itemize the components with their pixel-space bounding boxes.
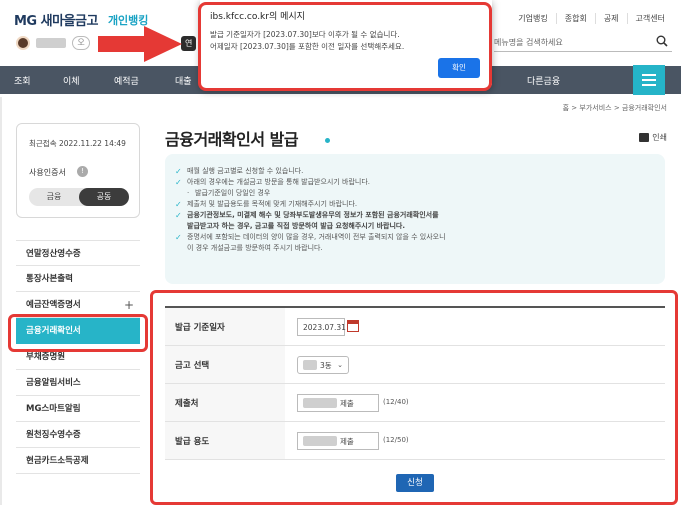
- sidebar-item-passbook-copy[interactable]: 통장사본출력: [16, 266, 140, 292]
- highlight-form-box: [150, 290, 678, 505]
- title-dot: [325, 138, 330, 143]
- user-name-blurred: [36, 38, 66, 48]
- top-links: 기업뱅킹 종합회 공제 고객센터: [510, 13, 673, 24]
- top-link-insurance[interactable]: 공제: [594, 13, 627, 24]
- page-title: 금융거래확인서 발급: [165, 130, 299, 149]
- toggle-financial-cert[interactable]: 금융: [29, 188, 79, 206]
- nav-item-deposits[interactable]: 예적금: [114, 74, 139, 87]
- nav-item-inquiry[interactable]: 조회: [14, 74, 31, 87]
- highlight-menu-box: [8, 314, 148, 352]
- top-link-general[interactable]: 종합회: [555, 13, 595, 24]
- breadcrumb: 홈 > 부가서비스 > 금융거래확인서: [562, 104, 667, 112]
- cert-label: 사용인증서: [29, 168, 66, 177]
- notice-line: 발급받고자 하는 경우, 금고를 직접 방문하여 발급 요청해주시기 바랍니다.: [187, 222, 406, 230]
- last-login-time: 최근접속 2022.11.22 14:49: [29, 139, 126, 148]
- user-pill[interactable]: 오: [72, 36, 90, 50]
- sidebar-item-cash-card-deduction[interactable]: 현금카드소득공제: [16, 448, 140, 474]
- sidebar-item-mg-smart-alert[interactable]: MG스마트알림: [16, 396, 140, 422]
- notice-line: 이 경우 개설금고를 방문하여 주시기 바랍니다.: [187, 244, 323, 252]
- notice-line: 아래의 경우에는 개설금고 방문을 통해 발급받으시기 바랍니다.: [175, 177, 655, 188]
- nav-item-transfer[interactable]: 이체: [63, 74, 80, 87]
- printer-icon: [639, 133, 650, 142]
- top-link-customer-center[interactable]: 고객센터: [626, 13, 673, 24]
- sidebar-item-notification-service[interactable]: 금융알림서비스: [16, 370, 140, 396]
- notice-line: 매월 실행 금고별로 신청할 수 있습니다.: [175, 166, 655, 177]
- notice-line: 금융기관정보도, 미결제 해수 및 당좌부도발생유무의 정보가 포함된 금융거래…: [175, 210, 655, 221]
- info-icon[interactable]: !: [77, 166, 88, 177]
- search-placeholder: 메뉴명을 검색하세요: [494, 38, 563, 47]
- login-card: 최근접속 2022.11.22 14:49 사용인증서 ! 금융 공동: [16, 123, 140, 218]
- search-icon[interactable]: [656, 35, 668, 47]
- notice-box: 매월 실행 금고별로 신청할 수 있습니다. 아래의 경우에는 개설금고 방문을…: [165, 154, 665, 284]
- sidebar-item-withholding-receipt[interactable]: 원천징수영수증: [16, 422, 140, 448]
- left-divider: [0, 97, 2, 505]
- notice-line: 증명서에 포함되는 데이터의 양이 많을 경우, 거래내역이 전부 출력되지 않…: [175, 232, 655, 243]
- logo[interactable]: MG 새마을금고: [14, 10, 98, 29]
- sidebar-item-tax-receipt[interactable]: 연말정산영수증: [16, 240, 140, 266]
- top-link-corporate[interactable]: 기업뱅킹: [510, 13, 555, 24]
- sidebar-menu: 연말정산영수증 통장사본출력 예금잔액증명서 + 금융거래확인서 부채증명원 금융…: [16, 240, 140, 474]
- print-button[interactable]: 인쇄: [639, 132, 667, 143]
- nav-item-loans[interactable]: 대출: [175, 74, 192, 87]
- hamburger-menu-icon[interactable]: [633, 65, 665, 95]
- nav-item-other-finance[interactable]: 다른금융: [527, 74, 560, 87]
- user-info: 오: [16, 36, 90, 50]
- avatar-icon: [16, 36, 30, 50]
- notice-subline: 발급기준일이 당일인 경우: [175, 188, 655, 199]
- extend-session-button[interactable]: 연: [181, 36, 197, 51]
- search-input[interactable]: 메뉴명을 검색하세요: [494, 34, 672, 52]
- notice-line: 제출처 및 발급용도를 목적에 맞게 기재해주시기 바랍니다.: [175, 199, 655, 210]
- cert-toggle: 금융 공동: [29, 188, 129, 206]
- toggle-joint-cert[interactable]: 공동: [79, 188, 129, 206]
- highlight-dialog-box: [198, 2, 492, 91]
- red-arrow-icon: [98, 26, 182, 62]
